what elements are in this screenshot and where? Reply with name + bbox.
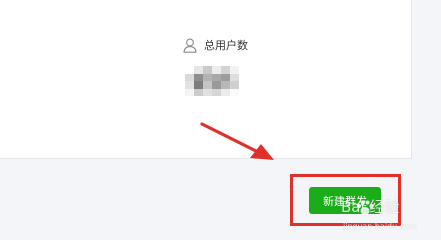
new-broadcast-button[interactable]: 新建群发 (309, 187, 381, 214)
annotation-arrow (200, 122, 274, 160)
total-users-stat: 总用户数 (183, 36, 248, 54)
total-users-label: 总用户数 (204, 39, 248, 52)
page: 总用户数 新建群发 Bai 经验 jingyan.baidu.com (0, 0, 441, 240)
blurred-number-icon (185, 66, 239, 96)
user-icon (183, 38, 197, 53)
